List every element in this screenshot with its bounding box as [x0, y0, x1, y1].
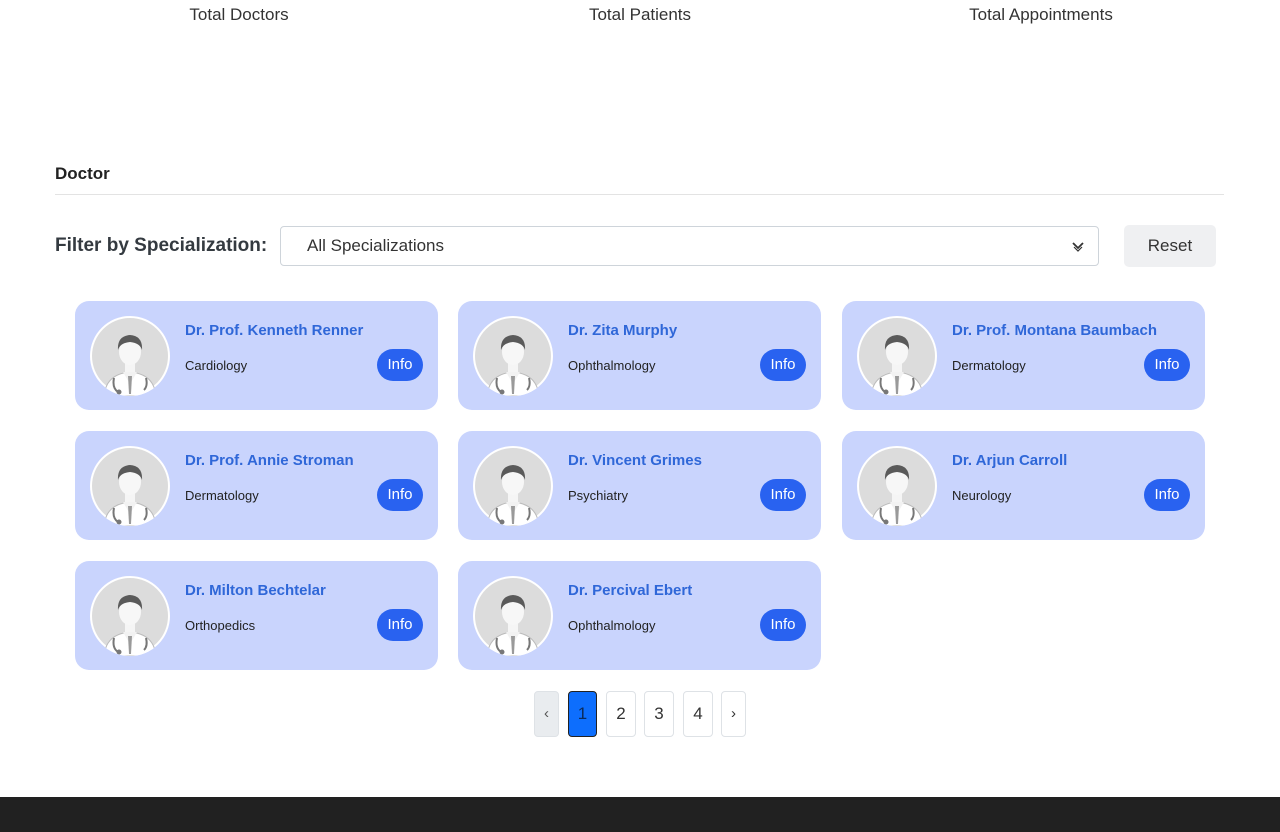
doctor-name: Dr. Prof. Annie Stroman	[185, 452, 354, 469]
section-title: Doctor	[55, 164, 110, 183]
doctor-name: Dr. Prof. Montana Baumbach	[952, 322, 1158, 339]
doctor-avatar-icon	[857, 316, 937, 396]
footer	[0, 797, 1280, 832]
info-button[interactable]: Info	[1144, 479, 1190, 511]
doctor-specialization: Dermatology	[185, 488, 259, 503]
info-button[interactable]: Info	[760, 349, 806, 381]
doctor-specialization: Dermatology	[952, 358, 1026, 373]
filter-label: Filter by Specialization:	[55, 235, 268, 256]
pagination-page-3[interactable]: 3	[644, 691, 674, 737]
doctor-name: Dr. Zita Murphy	[568, 322, 678, 339]
doctor-card: Dr. Arjun Carroll Neurology Info	[842, 431, 1205, 540]
total-doctors-label: Total Doctors	[189, 5, 289, 24]
info-button[interactable]: Info	[377, 479, 423, 511]
info-button[interactable]: Info	[1144, 349, 1190, 381]
doctor-specialization: Orthopedics	[185, 618, 256, 633]
doctor-avatar-icon	[90, 576, 170, 656]
pagination-page-2[interactable]: 2	[606, 691, 636, 737]
total-patients-label: Total Patients	[588, 5, 692, 24]
pagination-page-4[interactable]: 4	[683, 691, 713, 737]
doctor-specialization: Ophthalmology	[568, 618, 656, 633]
doctor-specialization: Psychiatry	[568, 488, 628, 503]
specialization-select[interactable]: All Specializations	[280, 226, 1099, 266]
info-button[interactable]: Info	[760, 609, 806, 641]
pagination-prev[interactable]: ‹	[534, 691, 559, 737]
chevron-down-icon	[1072, 227, 1084, 280]
doctor-card: Dr. Prof. Kenneth Renner Cardiology Info	[75, 301, 438, 410]
pagination-next[interactable]: ›	[721, 691, 746, 737]
doctor-card: Dr. Percival Ebert Ophthalmology Info	[458, 561, 821, 670]
doctor-avatar-icon	[90, 446, 170, 526]
doctor-specialization: Neurology	[952, 488, 1012, 503]
info-button[interactable]: Info	[377, 609, 423, 641]
doctor-card: Dr. Zita Murphy Ophthalmology Info	[458, 301, 821, 410]
info-button[interactable]: Info	[760, 479, 806, 511]
pagination-page-1[interactable]: 1	[568, 691, 597, 737]
section-divider	[55, 194, 1224, 195]
doctor-specialization: Cardiology	[185, 358, 248, 373]
reset-button[interactable]: Reset	[1124, 225, 1216, 267]
doctor-name: Dr. Percival Ebert	[568, 582, 693, 599]
doctor-card: Dr. Prof. Annie Stroman Dermatology Info	[75, 431, 438, 540]
doctor-name: Dr. Arjun Carroll	[952, 452, 1068, 469]
doctor-card: Dr. Prof. Montana Baumbach Dermatology I…	[842, 301, 1205, 410]
doctor-card: Dr. Milton Bechtelar Orthopedics Info	[75, 561, 438, 670]
doctor-avatar-icon	[473, 446, 553, 526]
doctor-avatar-icon	[473, 316, 553, 396]
doctor-name: Dr. Vincent Grimes	[568, 452, 702, 469]
doctor-specialization: Ophthalmology	[568, 358, 656, 373]
doctor-avatar-icon	[90, 316, 170, 396]
doctor-avatar-icon	[857, 446, 937, 526]
doctor-name: Dr. Milton Bechtelar	[185, 582, 326, 599]
doctor-card: Dr. Vincent Grimes Psychiatry Info	[458, 431, 821, 540]
specialization-select-value: All Specializations	[307, 236, 445, 255]
total-appointments-label: Total Appointments	[969, 5, 1113, 24]
doctor-avatar-icon	[473, 576, 553, 656]
info-button[interactable]: Info	[377, 349, 423, 381]
stats-bar: Total Doctors Total Patients Total Appoi…	[0, 0, 1280, 40]
doctor-name: Dr. Prof. Kenneth Renner	[185, 322, 364, 339]
